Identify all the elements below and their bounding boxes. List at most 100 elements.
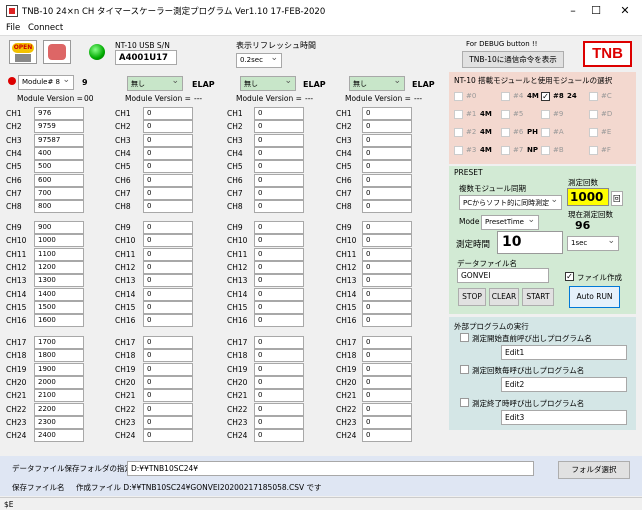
debug-label: For DEBUG button !!: [466, 40, 538, 48]
module-3-ch10-label: CH10: [227, 236, 248, 246]
module-1-select[interactable]: Module# 8: [18, 75, 74, 90]
open-button[interactable]: OPEN: [9, 40, 37, 64]
module-4-ch13-label: CH13: [336, 276, 357, 286]
module-1-ch5-value: 500: [34, 160, 84, 174]
module-id-4: #4: [513, 92, 524, 100]
module-1-ch15-value: 1500: [34, 300, 84, 314]
module-3-ch12-value: 0: [254, 260, 304, 274]
module-4-ch3-label: CH3: [336, 135, 352, 145]
sync-select[interactable]: PCからソフト的に同時測定: [459, 195, 562, 210]
debug-command-button[interactable]: TNB-10に通信命令を表示: [462, 51, 564, 68]
module-1-ch15-label: CH15: [6, 302, 27, 312]
external-1-input[interactable]: Edit1: [501, 345, 627, 360]
auto-run-button[interactable]: Auto RUN: [569, 286, 620, 308]
module-checkbox-7[interactable]: [501, 146, 510, 155]
module-2-ch7-label: CH7: [115, 188, 131, 198]
module-2-ch3-value: 0: [143, 133, 193, 147]
time-label: 測定時間: [456, 240, 491, 250]
module-2-ch23-label: CH23: [115, 417, 136, 427]
external-2-checkbox[interactable]: [460, 365, 469, 374]
module-checkbox-F[interactable]: [589, 146, 598, 155]
module-4-ch4-label: CH4: [336, 148, 352, 158]
module-4-ch23-value: 0: [362, 415, 412, 429]
close-device-button[interactable]: [43, 40, 71, 64]
module-2-ch9-label: CH9: [115, 223, 131, 232]
module-checkbox-9[interactable]: [541, 110, 550, 119]
clear-button[interactable]: CLEAR: [489, 288, 519, 306]
module-checkbox-B[interactable]: [541, 146, 550, 155]
module-1-version: 00: [84, 94, 94, 103]
module-2-ch2-label: CH2: [115, 122, 131, 132]
module-checkbox-3[interactable]: [454, 146, 463, 155]
module-4-ch12-value: 0: [362, 260, 412, 274]
file-name-input[interactable]: GONVEI: [457, 268, 549, 283]
status-text: $E: [4, 500, 14, 509]
module-2-version: ---: [194, 94, 203, 103]
module-checkbox-4[interactable]: [501, 92, 510, 101]
module-id-6: #6: [513, 128, 524, 136]
close-icon[interactable]: ✕: [602, 0, 642, 22]
refresh-select[interactable]: 0.2sec: [236, 53, 282, 68]
module-checkbox-1[interactable]: [454, 110, 463, 119]
module-checkbox-A[interactable]: [541, 128, 550, 137]
preset-panel: PRESET 複数モジュール同期 PCからソフト的に同時測定 測定回数 1000…: [449, 166, 636, 314]
module-1-ch2-value: 9759: [34, 120, 84, 134]
count-input[interactable]: 1000: [567, 188, 609, 206]
file-create-checkbox[interactable]: ✓: [565, 272, 574, 281]
module-4-ch7-value: 0: [362, 186, 412, 200]
stop-button[interactable]: STOP: [458, 288, 486, 306]
start-button[interactable]: START: [522, 288, 554, 306]
module-checkbox-5[interactable]: [501, 110, 510, 119]
module-1-ch10-value: 1000: [34, 234, 84, 248]
module-checkbox-D[interactable]: [589, 110, 598, 119]
module-tag-7: NP: [527, 146, 538, 154]
external-3-input[interactable]: Edit3: [501, 410, 627, 425]
folder-select-button[interactable]: フォルダ選択: [558, 461, 630, 479]
module-3-version: ---: [305, 94, 314, 103]
module-3-ch3-label: CH3: [227, 135, 243, 145]
module-1-version-label: Module Version =: [17, 94, 83, 103]
module-checkbox-2[interactable]: [454, 128, 463, 137]
module-1-ch2-label: CH2: [6, 122, 22, 132]
module-4-ch10-value: 0: [362, 234, 412, 248]
module-checkbox-E[interactable]: [589, 128, 598, 137]
module-4-select[interactable]: 無し: [349, 76, 405, 91]
external-1-checkbox[interactable]: [460, 333, 469, 342]
module-checkbox-6[interactable]: [501, 128, 510, 137]
external-2-input[interactable]: Edit2: [501, 377, 627, 392]
menu-file[interactable]: File: [6, 23, 20, 33]
time-input[interactable]: 10: [497, 231, 563, 254]
count-unit: 回: [611, 191, 623, 206]
module-checkbox-C[interactable]: [589, 92, 598, 101]
module-3-ch4-value: 0: [254, 146, 304, 160]
module-3-ch9-value: 0: [254, 221, 304, 234]
module-checkbox-0[interactable]: [454, 92, 463, 101]
module-4-ch13-value: 0: [362, 274, 412, 288]
status-bar: $E: [0, 497, 642, 510]
external-3-checkbox[interactable]: [460, 398, 469, 407]
savefile-label: 保存ファイル名: [12, 483, 65, 492]
module-4-ch9-label: CH9: [336, 223, 352, 232]
menu-connect[interactable]: Connect: [28, 23, 63, 33]
module-2-ch12-value: 0: [143, 260, 193, 274]
module-3-ch2-value: 0: [254, 120, 304, 134]
module-3-ch8-value: 0: [254, 200, 304, 214]
module-2-ch17-label: CH17: [115, 338, 136, 347]
module-checkbox-8[interactable]: ✓: [541, 92, 550, 101]
module-4-ch21-label: CH21: [336, 391, 357, 401]
folder-input[interactable]: D:¥¥TNB10SC24¥: [127, 461, 534, 476]
module-2-ch8-value: 0: [143, 200, 193, 214]
module-4-ch1-value: 0: [362, 107, 412, 120]
module-2-ch20-label: CH20: [115, 377, 136, 387]
module-3-ch20-value: 0: [254, 375, 304, 389]
module-4-ch21-value: 0: [362, 389, 412, 403]
module-4-ch5-label: CH5: [336, 162, 352, 172]
module-3-select[interactable]: 無し: [240, 76, 296, 91]
module-1-ch24-value: 2400: [34, 429, 84, 443]
module-4-ch19-value: 0: [362, 362, 412, 376]
nt10-sn-field: A4001U17: [115, 50, 177, 65]
module-2-select[interactable]: 無し: [127, 76, 183, 91]
time-unit-select[interactable]: 1sec: [567, 236, 619, 251]
module-3-ch12-label: CH12: [227, 262, 248, 272]
mode-select[interactable]: PresetTime: [481, 215, 539, 230]
